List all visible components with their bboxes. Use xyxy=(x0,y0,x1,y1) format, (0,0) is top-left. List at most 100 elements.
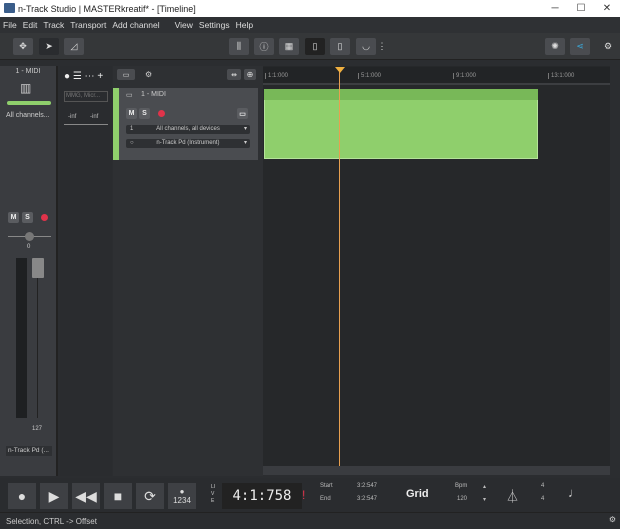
metronome-icon[interactable]: ⏃ xyxy=(506,486,519,505)
track-input-select[interactable]: 1 All channels, all devices ▾ xyxy=(126,125,250,134)
ruler-label: 1:1:000 xyxy=(265,73,288,79)
time-signature-bottom[interactable]: 4 xyxy=(541,496,544,502)
track-view-icon[interactable]: ▭ xyxy=(117,69,135,80)
menu-transport[interactable]: Transport xyxy=(70,20,106,30)
menu-view[interactable]: View xyxy=(175,20,193,30)
track-solo-button[interactable]: S xyxy=(139,108,150,119)
timeline-ruler[interactable]: 1:1:000 5:1:000 9:1:000 13:1:000 xyxy=(263,67,610,85)
volume-fader-track xyxy=(37,258,38,418)
menu-add-channel[interactable]: Add channel xyxy=(112,20,159,30)
settings-gear-icon[interactable]: ⚙ xyxy=(602,38,614,55)
playhead[interactable] xyxy=(339,70,340,466)
ruler-label: 5:1:000 xyxy=(358,73,381,79)
stop-button[interactable]: ■ xyxy=(104,483,132,509)
track-editor-icon[interactable]: ▭ xyxy=(237,108,248,119)
minimize-button[interactable]: ─ xyxy=(542,0,568,17)
track-name[interactable]: 1 - MIDI xyxy=(141,91,166,98)
channel-input[interactable]: All channels... xyxy=(6,112,50,119)
close-button[interactable]: ✕ xyxy=(594,0,620,17)
track-output-select[interactable]: ○ n-Track Pd (Instrument) ▾ xyxy=(126,139,250,148)
channel-name: 1 - MIDI xyxy=(15,68,41,75)
bpm-up-icon[interactable]: ▴ xyxy=(483,483,486,490)
plugin-icon[interactable]: ▯ xyxy=(330,38,350,55)
track-header[interactable]: ▭ 1 - MIDI M S ▭ 1 All channels, all devi… xyxy=(113,88,258,160)
ruler-label: 13:1:000 xyxy=(548,73,574,79)
volume-envelope-icon[interactable]: ◿ xyxy=(64,38,84,55)
midi-track-icon: ▭ xyxy=(126,92,133,99)
tuner-icon[interactable]: ♩ xyxy=(568,485,581,500)
info-icon[interactable]: ⓘ xyxy=(254,38,274,55)
input-label: All channels, all devices xyxy=(156,126,220,132)
pan-value: 0 xyxy=(27,244,31,250)
track-record-arm-button[interactable] xyxy=(158,110,165,117)
ruler-label: 9:1:000 xyxy=(453,73,476,79)
piano-icon: ▥ xyxy=(20,81,32,95)
fit-tracks-icon[interactable]: ⇹ xyxy=(227,69,241,80)
zoom-icon[interactable]: ⊕ xyxy=(244,69,256,80)
midi-clip-header[interactable] xyxy=(264,89,538,100)
level-meter xyxy=(16,258,27,418)
solo-button[interactable]: S xyxy=(22,212,33,223)
status-settings-icon[interactable]: ⚙ xyxy=(609,515,616,524)
grid-view-icon[interactable]: ▦ xyxy=(279,38,299,55)
start-label: Start xyxy=(320,483,333,489)
record-view-icon[interactable]: ● ☰ ⋯ + xyxy=(64,71,103,82)
output-label: n-Track Pd (Instrument) xyxy=(156,140,220,146)
device-icon[interactable]: ▯ xyxy=(305,38,325,55)
bpm-down-icon[interactable]: ▾ xyxy=(483,496,486,503)
mixer-icon[interactable]: ⫼ xyxy=(229,38,249,55)
pointer-tool-icon[interactable]: ➤ xyxy=(39,38,59,55)
rewind-button[interactable]: ◀◀ xyxy=(72,483,100,509)
chevron-down-icon: ▾ xyxy=(243,126,247,132)
maximize-button[interactable]: ☐ xyxy=(568,0,594,17)
start-value[interactable]: 3:2:547 xyxy=(357,483,377,489)
track-color-bar xyxy=(113,88,119,160)
instrument-select[interactable]: n-Track Pd (... xyxy=(6,446,52,456)
loop-browser-icon[interactable]: ◡ xyxy=(356,38,376,55)
volume-fader[interactable] xyxy=(32,258,44,278)
play-button[interactable]: ▶ xyxy=(40,483,68,509)
track-mute-button[interactable]: M xyxy=(126,108,137,119)
output-index: ○ xyxy=(130,140,134,146)
grid-button[interactable]: Grid xyxy=(406,488,429,500)
time-signature-top[interactable]: 4 xyxy=(541,483,544,489)
menu-track[interactable]: Track xyxy=(43,20,64,30)
end-value[interactable]: 3:2:547 xyxy=(357,496,377,502)
track-settings-icon[interactable]: ⚙ xyxy=(145,70,152,79)
audio-input-field[interactable]: MMG, Micr... xyxy=(64,91,108,102)
playhead-marker[interactable] xyxy=(335,67,345,73)
status-text: Selection, CTRL -> Offset xyxy=(6,517,97,526)
meter-divider xyxy=(64,124,108,125)
vertical-scrollbar[interactable] xyxy=(610,66,620,476)
time-display[interactable]: 4:1:758 xyxy=(222,483,302,509)
record-button[interactable]: ● xyxy=(8,483,36,509)
warning-icon: ! xyxy=(302,488,306,502)
share-icon[interactable]: ⋖ xyxy=(570,38,590,55)
move-tool-icon[interactable]: ✥ xyxy=(13,38,33,55)
effects-icon[interactable]: ✺ xyxy=(545,38,565,55)
menu-edit[interactable]: Edit xyxy=(23,20,38,30)
chevron-down-icon: ▾ xyxy=(243,140,247,146)
left-peak: -inf xyxy=(68,114,77,120)
toolbar: ✥ ➤ ◿ ⫼ ⓘ ▦ ▯ ▯ ◡ ⋮ ✺ ⋖ ⚙ xyxy=(0,33,620,60)
record-arm-button[interactable] xyxy=(41,214,48,221)
menu-file[interactable]: File xyxy=(3,20,17,30)
loop-button[interactable]: ⟳ xyxy=(136,483,164,509)
transport-bar: ● ▶ ◀◀ ■ ⟳ ● 1234 LIVE 4:1:758 ! Start En… xyxy=(0,478,620,512)
more-icon[interactable]: ⋮ xyxy=(378,38,387,55)
menu-settings[interactable]: Settings xyxy=(199,20,230,30)
pan-knob[interactable] xyxy=(25,232,34,241)
end-label: End xyxy=(320,496,331,502)
bpm-value[interactable]: 120 xyxy=(457,496,467,502)
mute-button[interactable]: M xyxy=(8,212,19,223)
menu-bar: File Edit Track Transport Add channel Vi… xyxy=(0,17,620,33)
channel-strip: 1 - MIDI ▥ All channels... M S 0 127 n-T… xyxy=(0,66,58,476)
volume-value: 127 xyxy=(32,426,43,432)
right-peak: -inf xyxy=(90,114,99,120)
count-in-label: 1234 xyxy=(173,496,191,505)
menu-help[interactable]: Help xyxy=(236,20,253,30)
count-in-button[interactable]: ● 1234 xyxy=(168,483,196,509)
input-index: 1 xyxy=(130,126,134,132)
horizontal-scrollbar[interactable] xyxy=(263,466,610,475)
count-in-icon: ● xyxy=(179,487,185,496)
